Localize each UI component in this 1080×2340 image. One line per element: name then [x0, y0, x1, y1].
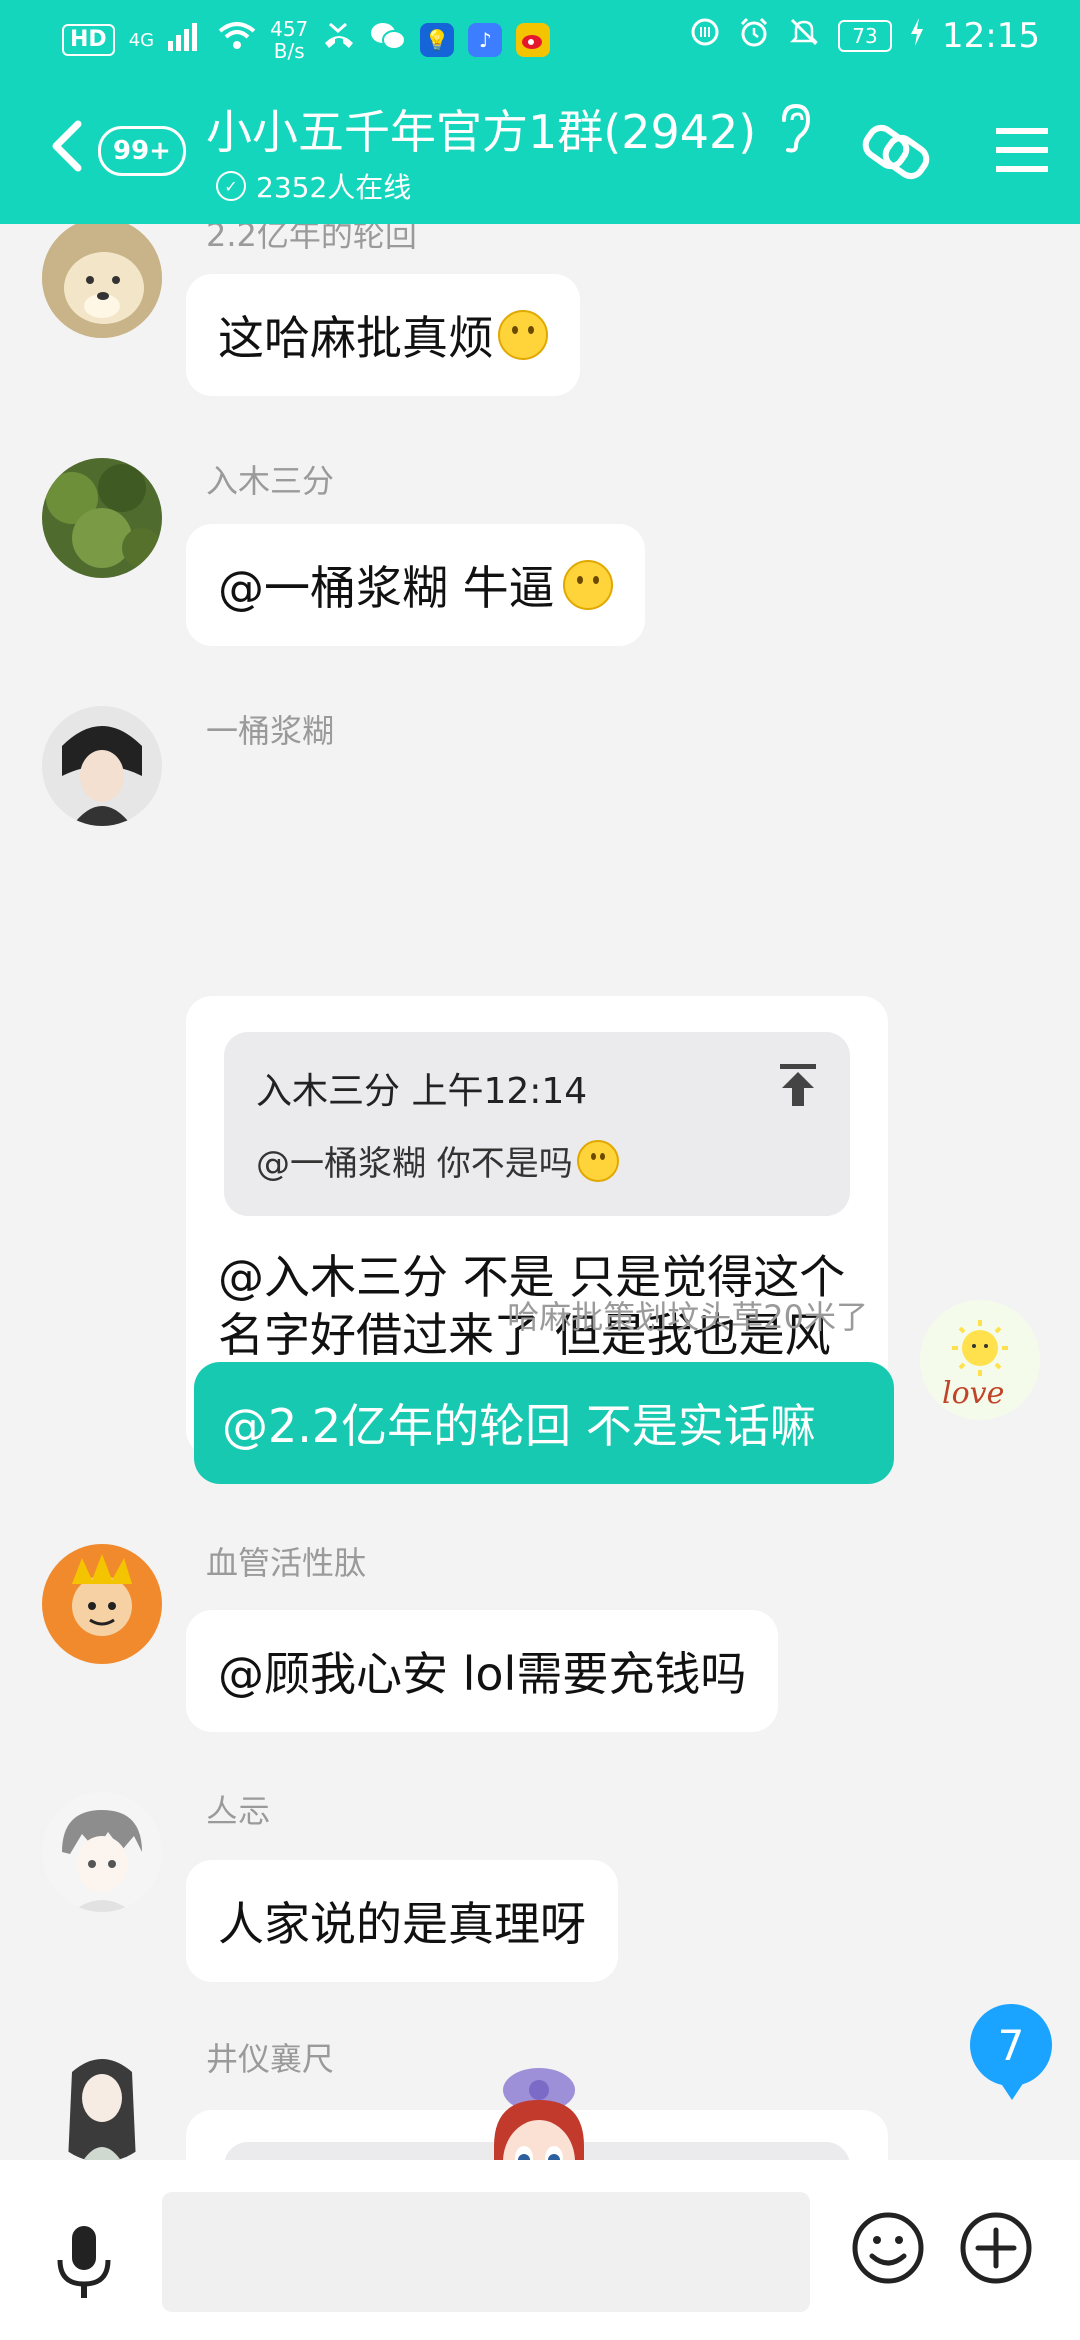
back-button[interactable]	[42, 116, 92, 176]
online-count: 2352人在线	[256, 171, 412, 204]
menu-button[interactable]	[996, 126, 1048, 174]
grin-emoji-icon	[498, 310, 548, 360]
signal-icon	[168, 21, 204, 59]
earpiece-mode-icon[interactable]	[774, 102, 814, 154]
weibo-icon	[516, 23, 551, 57]
plus-circle-icon	[960, 2212, 1032, 2284]
smiley-icon	[852, 2212, 924, 2284]
music-app-icon: ♪	[468, 23, 503, 57]
self-message-bubble[interactable]: @2.2亿年的轮回 不是实话嘛	[194, 1362, 894, 1484]
chat-header: HD 4G 457 B/s 💡 ♪ 73 12:15 99+ 小小五千年官方1群…	[0, 0, 1080, 224]
shy-smile-emoji-icon	[562, 560, 613, 610]
message-bubble[interactable]: 这哈麻批真烦	[186, 274, 580, 396]
hamburger-icon	[996, 128, 1048, 172]
unread-count-badge[interactable]: 99+	[98, 126, 186, 176]
group-title[interactable]: 小小五千年官方1群(2942)	[206, 96, 756, 162]
self-avatar[interactable]: love	[920, 1300, 1040, 1420]
message-input[interactable]	[162, 2192, 810, 2312]
data-saver-icon	[690, 17, 720, 55]
avatar[interactable]	[42, 2042, 162, 2160]
message-text: 这哈麻批真烦	[218, 311, 494, 365]
message-list[interactable]: 2.2亿年的轮回 这哈麻批真烦 入木三分 @一桶浆糊 牛逼 一桶浆糊 入木三分 …	[0, 224, 1080, 2160]
sender-name: 井仪襄尺	[206, 2040, 335, 2078]
clock: 12:15	[942, 16, 1040, 56]
new-messages-badge[interactable]: 7	[970, 2004, 1052, 2100]
avatar[interactable]	[42, 1792, 162, 1912]
sender-name: 入木三分	[206, 462, 335, 500]
sender-name: 一桶浆糊	[206, 712, 335, 750]
charging-icon	[910, 18, 924, 54]
network-type: 4G	[128, 29, 155, 51]
alarm-icon	[738, 16, 770, 56]
avatar[interactable]	[42, 224, 162, 338]
flushed-emoji-icon	[576, 1139, 619, 1182]
quote-text: @一桶浆糊 你不是吗	[256, 1144, 573, 1184]
check-circle-icon: ✓	[216, 171, 246, 201]
voice-input-button[interactable]	[52, 2224, 116, 2302]
quote-header: 入木三分 上午12:14	[256, 1071, 588, 1112]
avatar-caption: love	[942, 1376, 1005, 1411]
chevron-left-icon	[52, 120, 82, 172]
avatar[interactable]	[42, 1544, 162, 1664]
emoji-button[interactable]	[850, 2210, 926, 2286]
sender-name: 血管活性肽	[206, 1544, 367, 1582]
mute-icon	[788, 16, 820, 56]
chat-nav-bar: 99+ 小小五千年官方1群(2942) ✓ 2352人在线	[0, 90, 1080, 210]
avatar[interactable]	[42, 706, 162, 826]
quote-body: @一桶浆糊 你不是吗	[256, 1136, 619, 1185]
wifi-icon	[218, 21, 256, 59]
message-bubble[interactable]: @顾我心安 lol需要充钱吗	[186, 1610, 779, 1732]
jump-to-top-icon[interactable]	[776, 1062, 820, 1110]
character-sticker[interactable]	[464, 2066, 614, 2160]
sender-name: 2.2亿年的轮回	[206, 224, 417, 254]
battery-indicator: 73	[838, 20, 893, 52]
net-speed: 457 B/s	[270, 17, 309, 63]
sender-name: 亼忈	[206, 1792, 271, 1830]
more-actions-button[interactable]	[958, 2210, 1034, 2286]
bulb-app-icon: 💡	[420, 23, 455, 57]
quoted-message[interactable]: 入木三分 上午12:14 @一桶浆糊 你不是吗	[224, 1032, 850, 1216]
wechat-icon	[370, 21, 407, 59]
message-text: 人家说的是真理呀	[218, 1897, 586, 1951]
input-bar	[0, 2160, 1080, 2340]
message-bubble[interactable]: 人家说的是真理呀	[186, 1860, 618, 1982]
missed-call-icon	[322, 21, 356, 59]
online-status: ✓ 2352人在线	[216, 166, 411, 206]
message-text: @顾我心安 lol需要充钱吗	[218, 1647, 747, 1701]
link-icon	[862, 124, 930, 180]
hd-indicator: HD	[62, 24, 115, 56]
self-sender-name: 哈麻批策划坟头草20米了	[507, 1298, 868, 1336]
message-bubble[interactable]: @一桶浆糊 牛逼	[186, 524, 645, 646]
message-text: @一桶浆糊 牛逼	[218, 561, 555, 615]
status-bar: HD 4G 457 B/s 💡 ♪ 73 12:15	[0, 0, 1080, 74]
avatar[interactable]	[42, 458, 162, 578]
microphone-icon	[57, 2226, 111, 2298]
group-apps-button[interactable]	[858, 120, 934, 184]
